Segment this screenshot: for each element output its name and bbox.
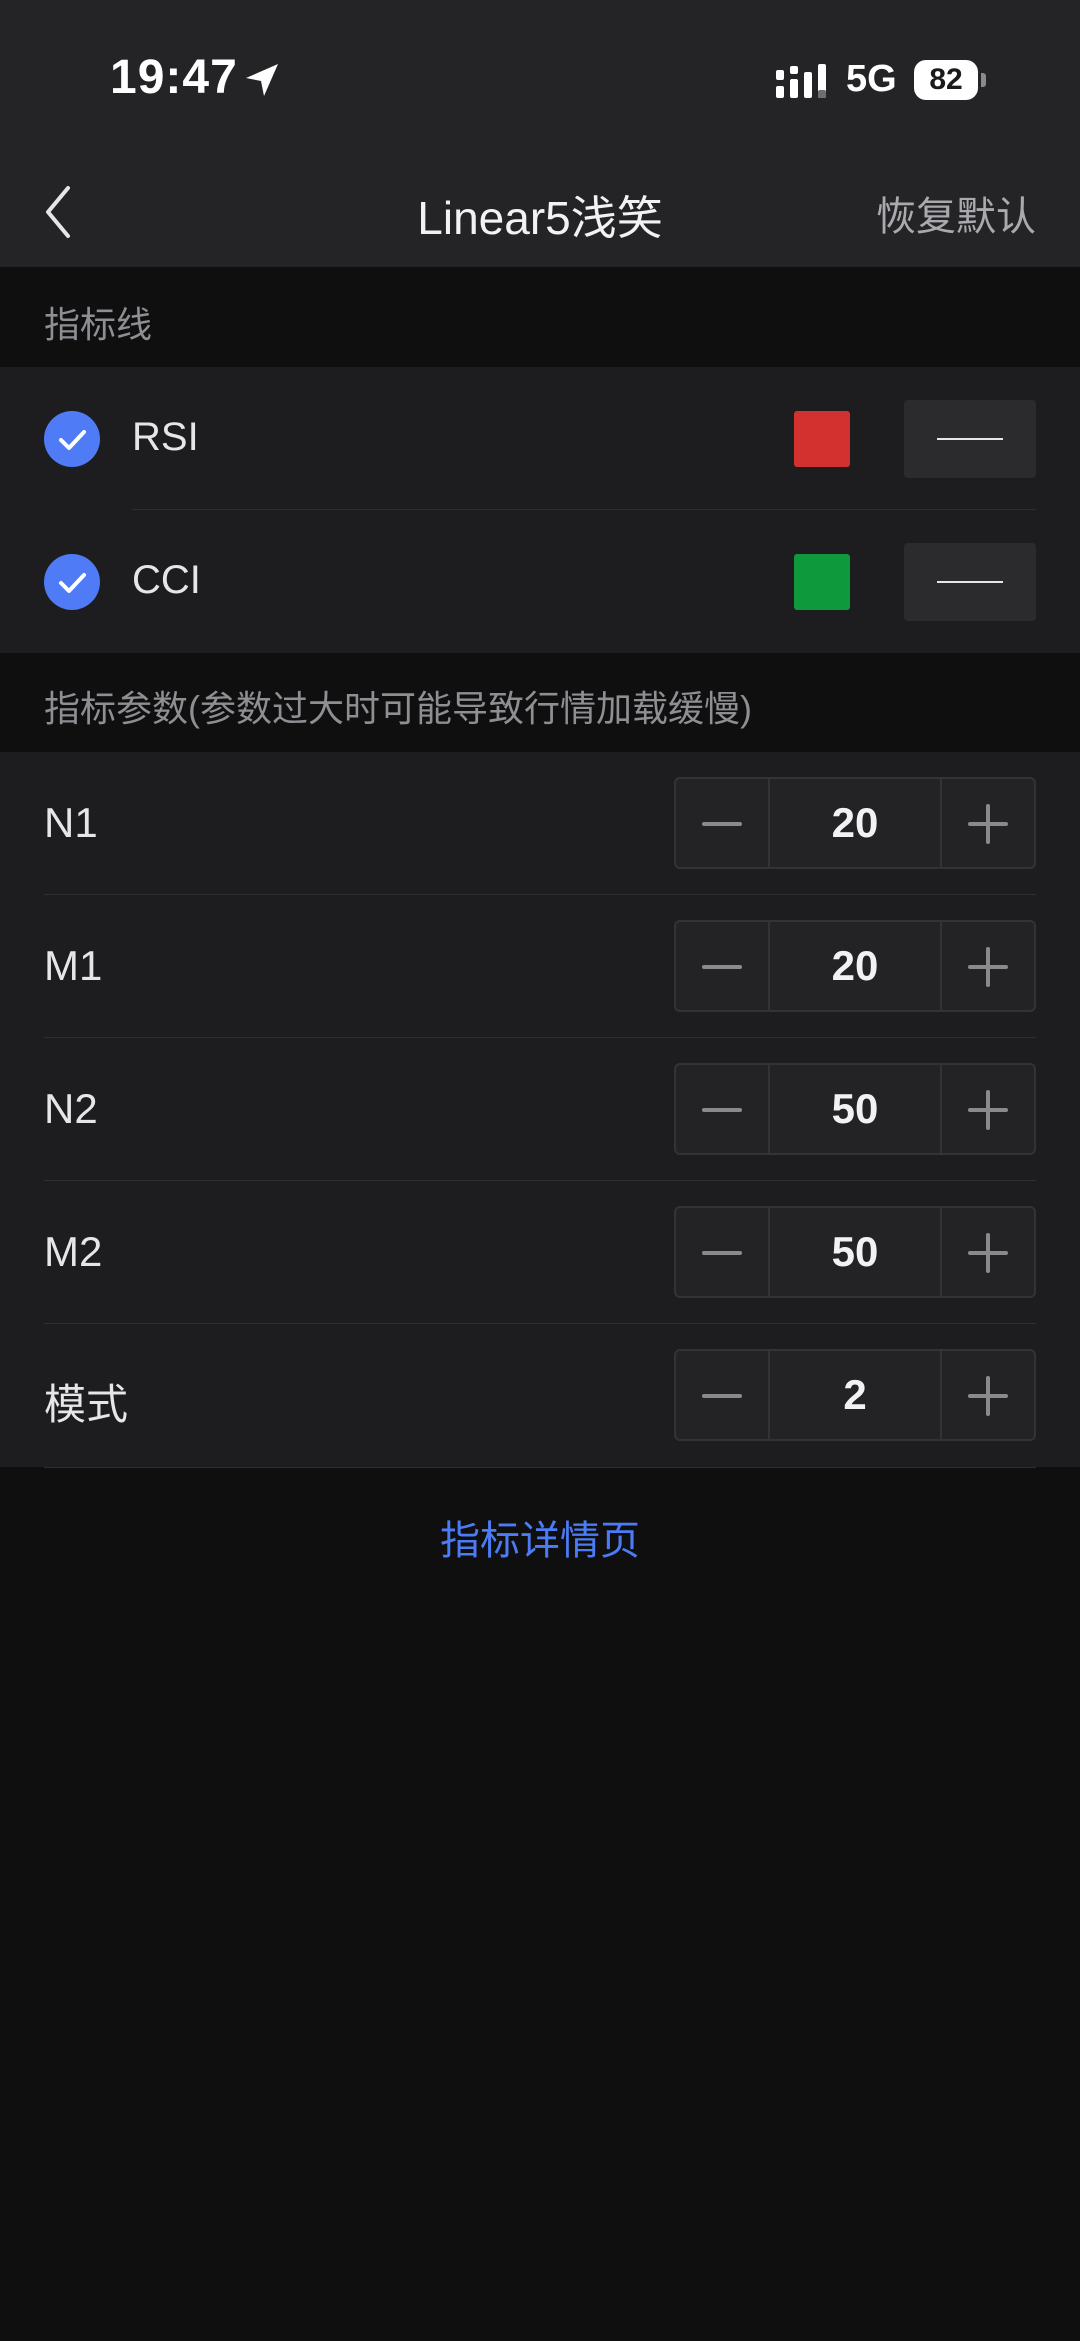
stepper-value[interactable]: 2: [768, 1351, 942, 1439]
minus-icon: [702, 1394, 742, 1398]
cci-line-style-button[interactable]: [904, 543, 1036, 621]
param-row-m2: M2 50: [0, 1181, 1080, 1324]
checkmark-icon: [59, 573, 86, 593]
m1-stepper: 20: [674, 920, 1036, 1012]
n1-stepper: 20: [674, 777, 1036, 869]
battery-icon: 82: [914, 60, 986, 100]
indicator-detail-link[interactable]: 指标详情页: [0, 1508, 1080, 1566]
line-label: CCI: [132, 558, 201, 602]
increment-button[interactable]: [940, 779, 1034, 867]
line-label: RSI: [132, 415, 199, 459]
minus-icon: [702, 1108, 742, 1112]
battery-tip: [981, 73, 986, 87]
m2-stepper: 50: [674, 1206, 1036, 1298]
decrement-button[interactable]: [676, 1351, 770, 1439]
minus-icon: [702, 822, 742, 826]
increment-button[interactable]: [940, 922, 1034, 1010]
param-label: M1: [44, 942, 103, 989]
cci-color-swatch[interactable]: [794, 554, 850, 610]
location-arrow-icon: [246, 64, 278, 96]
params-section-title: 指标参数(参数过大时可能导致行情加载缓慢): [44, 688, 752, 729]
line-style-icon: [937, 438, 1003, 440]
stepper-value[interactable]: 20: [768, 779, 942, 867]
param-label: N1: [44, 799, 98, 846]
rsi-line-style-button[interactable]: [904, 400, 1036, 478]
rsi-color-swatch[interactable]: [794, 411, 850, 467]
increment-button[interactable]: [940, 1065, 1034, 1153]
params-section-header: 指标参数(参数过大时可能导致行情加载缓慢): [0, 653, 1080, 752]
stepper-value[interactable]: 20: [768, 922, 942, 1010]
decrement-button[interactable]: [676, 779, 770, 867]
rsi-checkbox[interactable]: [44, 411, 100, 467]
lines-section-header: 指标线: [0, 267, 1080, 367]
n2-stepper: 50: [674, 1063, 1036, 1155]
param-row-m1: M1 20: [0, 895, 1080, 1038]
minus-icon: [702, 965, 742, 969]
network-type: 5G: [846, 58, 897, 100]
param-label: 模式: [44, 1381, 129, 1428]
status-bar: 19:47 5G 82: [0, 0, 1080, 150]
decrement-button[interactable]: [676, 1065, 770, 1153]
line-row-rsi: RSI: [0, 367, 1080, 510]
decrement-button[interactable]: [676, 922, 770, 1010]
divider: [44, 1467, 1036, 1468]
cellular-signal-icon: [776, 64, 826, 98]
params-panel: N1 20 M1 20 N2 50 M2 50 模式 2: [0, 752, 1080, 1467]
decrement-button[interactable]: [676, 1208, 770, 1296]
stepper-value[interactable]: 50: [768, 1065, 942, 1153]
lines-section-title: 指标线: [44, 304, 153, 345]
increment-button[interactable]: [940, 1351, 1034, 1439]
stepper-value[interactable]: 50: [768, 1208, 942, 1296]
increment-button[interactable]: [940, 1208, 1034, 1296]
status-time: 19:47: [110, 51, 238, 104]
lines-panel: RSI CCI: [0, 367, 1080, 653]
mode-stepper: 2: [674, 1349, 1036, 1441]
minus-icon: [702, 1251, 742, 1255]
nav-bar: Linear5浅笑 恢复默认: [0, 160, 1080, 267]
line-row-cci: CCI: [0, 510, 1080, 653]
top-bar: 19:47 5G 82 Linear5浅笑 恢复默认: [0, 0, 1080, 267]
param-row-mode: 模式 2: [0, 1324, 1080, 1467]
param-row-n1: N1 20: [0, 752, 1080, 895]
param-row-n2: N2 50: [0, 1038, 1080, 1181]
param-label: M2: [44, 1228, 103, 1275]
cci-checkbox[interactable]: [44, 554, 100, 610]
screen: 19:47 5G 82 Linear5浅笑 恢复默认 指标线 RSI CCI 指…: [0, 0, 1080, 2341]
battery-level: 82: [929, 63, 963, 96]
param-label: N2: [44, 1085, 98, 1132]
checkmark-icon: [59, 430, 86, 450]
reset-default-button[interactable]: 恢复默认: [876, 184, 1036, 242]
line-style-icon: [937, 581, 1003, 583]
